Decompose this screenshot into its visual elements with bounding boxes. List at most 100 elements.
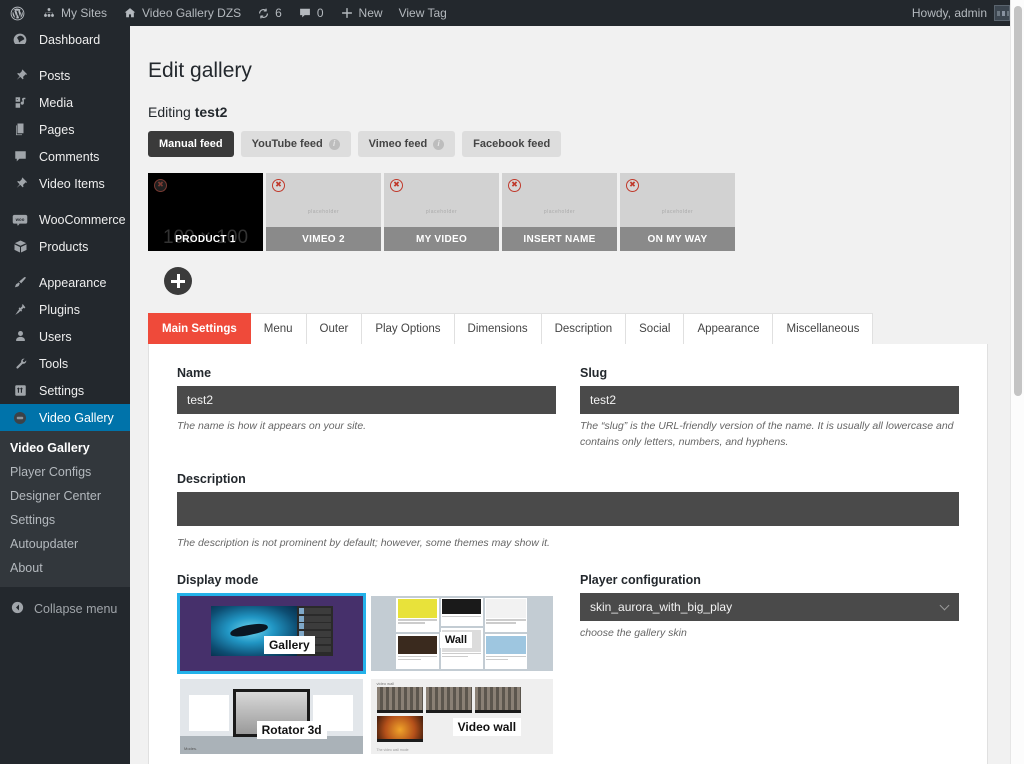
my-sites-menu[interactable]: My Sites: [34, 0, 115, 26]
name-help: The name is how it appears on your site.: [177, 419, 556, 434]
media-item[interactable]: 100 × 100 ✖ PRODUCT 1: [148, 173, 263, 251]
feed-tab-manual[interactable]: Manual feed: [148, 131, 234, 157]
comment-icon: [298, 6, 312, 20]
video-wall-preview-art: video wall The video wall mode Video wal…: [371, 679, 554, 754]
sidebar-item-settings[interactable]: Settings: [0, 377, 130, 404]
my-account-menu[interactable]: Howdy, admin: [912, 5, 1024, 21]
media-item[interactable]: placeholder ✖ INSERT NAME: [502, 173, 617, 251]
name-input[interactable]: [177, 386, 556, 414]
home-icon: [123, 6, 137, 20]
info-icon[interactable]: i: [433, 139, 444, 150]
avatar: [994, 5, 1010, 21]
sidebar-item-tools[interactable]: Tools: [0, 350, 130, 377]
sidebar-item-label: WooCommerce: [39, 213, 126, 227]
wordpress-logo-menu[interactable]: [0, 0, 34, 26]
svg-text:woo: woo: [15, 217, 25, 222]
slug-input[interactable]: [580, 386, 959, 414]
sidebar-item-posts[interactable]: Posts: [0, 62, 130, 89]
submenu-item-video-gallery[interactable]: Video Gallery: [0, 436, 130, 460]
media-icon: [10, 93, 30, 113]
sidebar-item-comments[interactable]: Comments: [0, 143, 130, 170]
sidebar-item-label: Tools: [39, 357, 68, 371]
tab-description[interactable]: Description: [542, 313, 627, 344]
sidebar-item-users[interactable]: Users: [0, 323, 130, 350]
sidebar-item-video-items[interactable]: Video Items: [0, 170, 130, 197]
display-mode-wall[interactable]: Wall: [368, 593, 557, 674]
settings-icon: [10, 381, 30, 401]
tab-miscellaneous[interactable]: Miscellaneous: [773, 313, 873, 344]
sidebar-item-label: Pages: [39, 123, 74, 137]
add-media-button[interactable]: [164, 267, 192, 295]
my-sites-label: My Sites: [61, 6, 107, 20]
description-label: Description: [177, 472, 959, 486]
feed-tab-youtube[interactable]: YouTube feed i: [241, 131, 351, 157]
media-item[interactable]: placeholder ✖ ON MY WAY: [620, 173, 735, 251]
howdy-label: Howdy, admin: [912, 6, 987, 20]
player-config-select[interactable]: skin_aurora_with_big_play: [580, 593, 959, 621]
tab-menu[interactable]: Menu: [251, 313, 307, 344]
display-mode-rotator3d[interactable]: Modes. Rotator 3d: [177, 676, 366, 757]
submenu-item-autoupdater[interactable]: Autoupdater: [0, 532, 130, 556]
media-item[interactable]: placeholder ✖ MY VIDEO: [384, 173, 499, 251]
tools-icon: [10, 354, 30, 374]
name-field-group: Name The name is how it appears on your …: [177, 366, 556, 449]
collapse-arrow-icon: [10, 600, 25, 618]
comments-count: 0: [317, 6, 324, 20]
display-mode-gallery[interactable]: Gallery: [177, 593, 366, 674]
video-gallery-icon: [10, 408, 30, 428]
submenu-item-about[interactable]: About: [0, 556, 130, 580]
feed-tab-vimeo[interactable]: Vimeo feed i: [358, 131, 456, 157]
sidebar-item-label: Comments: [39, 150, 99, 164]
sidebar-item-dashboard[interactable]: Dashboard: [0, 26, 130, 53]
menu-separator: [0, 53, 130, 62]
new-content-menu[interactable]: New: [332, 0, 391, 26]
sidebar-item-plugins[interactable]: Plugins: [0, 296, 130, 323]
feed-tab-facebook[interactable]: Facebook feed: [462, 131, 561, 157]
display-mode-video-wall[interactable]: video wall The video wall mode Video wal…: [368, 676, 557, 757]
description-textarea[interactable]: [177, 492, 959, 526]
view-tag-link[interactable]: View Tag: [391, 0, 455, 26]
submenu-item-player-configs[interactable]: Player Configs: [0, 460, 130, 484]
page-title: Edit gallery: [148, 48, 988, 88]
sidebar-item-appearance[interactable]: Appearance: [0, 269, 130, 296]
updates-menu[interactable]: 6: [249, 0, 290, 26]
comments-menu[interactable]: 0: [290, 0, 332, 26]
main-settings-panel: Name The name is how it appears on your …: [148, 344, 988, 764]
rotator-preview-art: Modes. Rotator 3d: [180, 679, 363, 754]
sidebar-item-video-gallery[interactable]: Video Gallery: [0, 404, 130, 431]
collapse-menu-button[interactable]: Collapse menu: [0, 595, 130, 622]
admin-sidebar: Dashboard Posts Media Pages Comments Vid…: [0, 26, 130, 764]
pin-icon: [10, 66, 30, 86]
sidebar-item-label: Dashboard: [39, 33, 100, 47]
display-mode-caption: Rotator 3d: [257, 721, 327, 739]
submenu-item-designer-center[interactable]: Designer Center: [0, 484, 130, 508]
site-name-label: Video Gallery DZS: [142, 6, 241, 20]
sidebar-item-pages[interactable]: Pages: [0, 116, 130, 143]
sidebar-item-media[interactable]: Media: [0, 89, 130, 116]
tab-play-options[interactable]: Play Options: [362, 313, 454, 344]
tab-main-settings[interactable]: Main Settings: [148, 313, 251, 344]
media-items-row: 100 × 100 ✖ PRODUCT 1 placeholder ✖ VIME…: [148, 173, 988, 251]
info-icon[interactable]: i: [329, 139, 340, 150]
tab-appearance[interactable]: Appearance: [684, 313, 773, 344]
submenu-label: About: [10, 561, 43, 575]
media-item[interactable]: placeholder ✖ VIMEO 2: [266, 173, 381, 251]
slug-help: The “slug” is the URL-friendly version o…: [580, 419, 959, 449]
sidebar-item-products[interactable]: Products: [0, 233, 130, 260]
tab-social[interactable]: Social: [626, 313, 684, 344]
tab-outer[interactable]: Outer: [307, 313, 363, 344]
sidebar-item-woocommerce[interactable]: woo WooCommerce: [0, 206, 130, 233]
tab-dimensions[interactable]: Dimensions: [455, 313, 542, 344]
site-name-menu[interactable]: Video Gallery DZS: [115, 0, 249, 26]
settings-tabs: Main Settings Menu Outer Play Options Di…: [148, 313, 988, 344]
sidebar-item-label: Posts: [39, 69, 70, 83]
tab-label: Miscellaneous: [786, 323, 859, 335]
products-icon: [10, 237, 30, 257]
media-item-label: MY VIDEO: [384, 227, 499, 251]
view-tag-label: View Tag: [399, 6, 447, 20]
media-item-label: PRODUCT 1: [148, 227, 263, 251]
display-mode-group: Display mode Gallery: [177, 551, 556, 764]
scrollbar-thumb[interactable]: [1014, 6, 1022, 396]
page-scrollbar[interactable]: [1010, 0, 1024, 764]
submenu-item-settings[interactable]: Settings: [0, 508, 130, 532]
